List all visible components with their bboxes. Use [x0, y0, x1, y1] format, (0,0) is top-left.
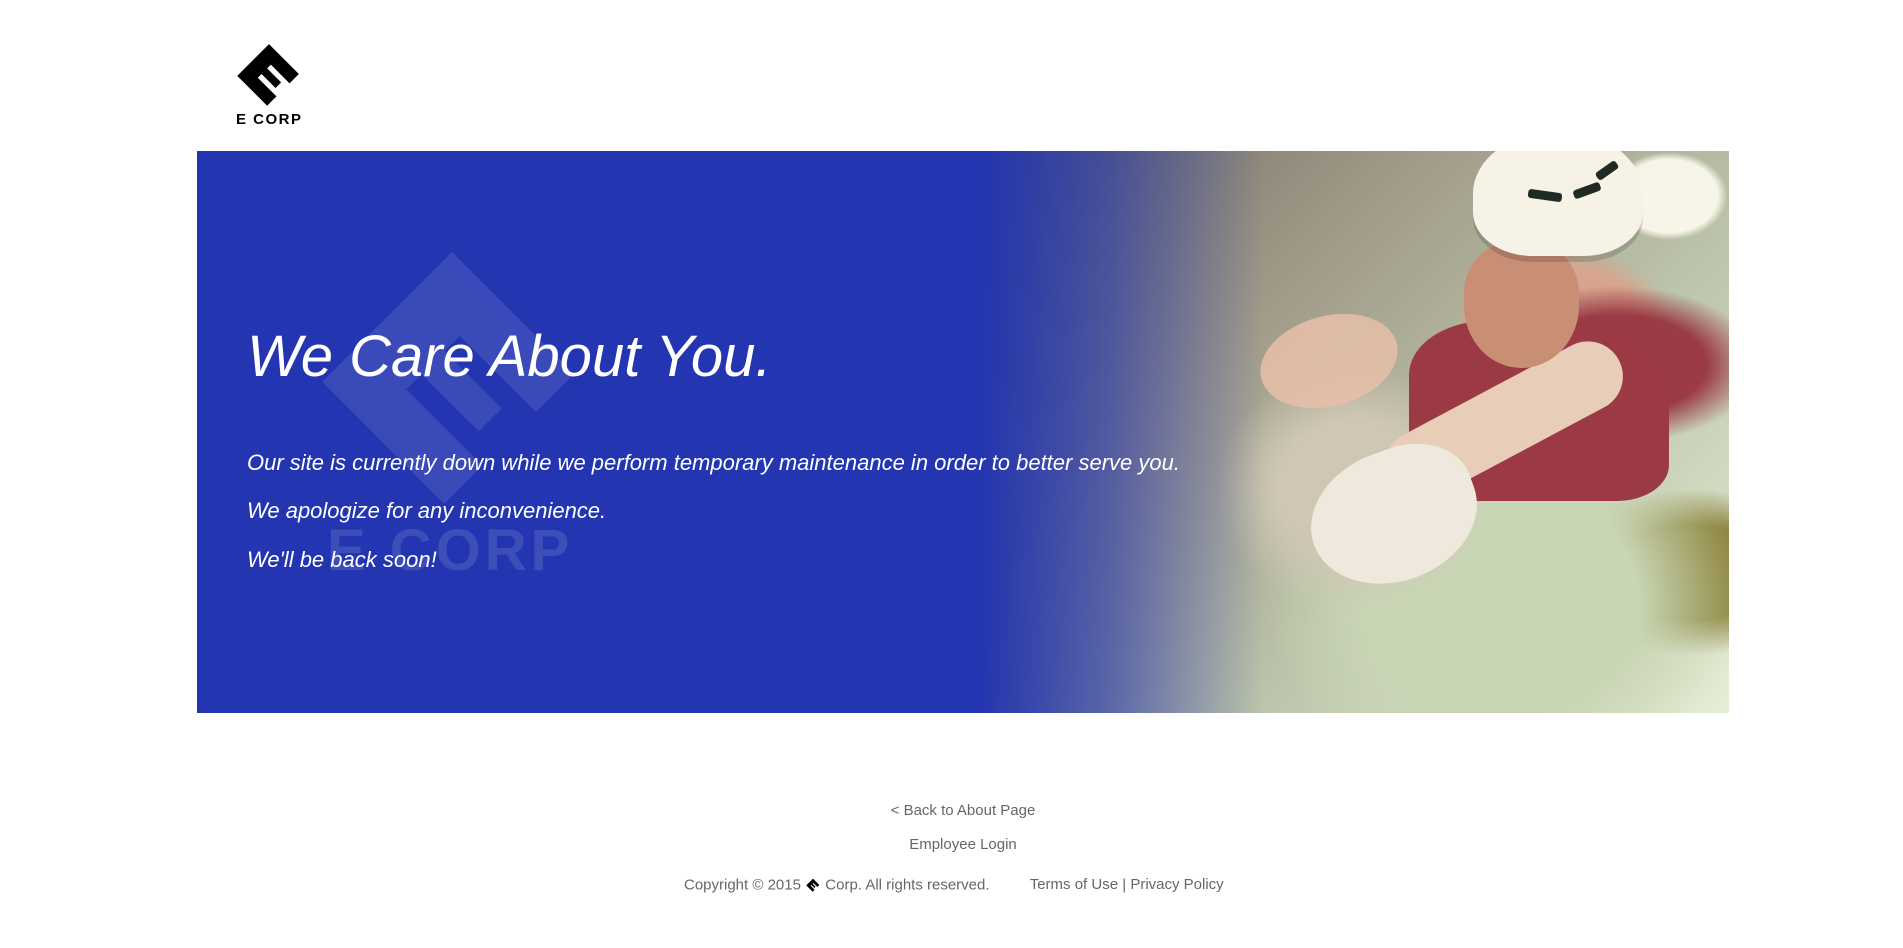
copyright-prefix: Copyright © 2015 [684, 876, 801, 894]
photo-face [1464, 243, 1579, 368]
helmet-vent [1594, 159, 1620, 182]
ecorp-mini-logo-icon [806, 878, 820, 892]
photo-helmet [1473, 151, 1643, 256]
photo-hand-back [1249, 299, 1409, 423]
legal-separator: | [1122, 876, 1127, 894]
privacy-policy-link[interactable]: Privacy Policy [1130, 876, 1223, 893]
helmet-vent [1527, 188, 1563, 203]
terms-of-use-link[interactable]: Terms of Use [1030, 876, 1118, 893]
ecorp-logo-icon [237, 44, 299, 106]
employee-login-link[interactable]: Employee Login [0, 836, 1903, 853]
climber-photo [977, 151, 1729, 713]
apology-message: We apologize for any inconvenience. [247, 498, 607, 523]
legal-links: Terms of Use | Privacy Policy [1030, 876, 1224, 894]
maintenance-banner: E CORP We Care About You. Our site is cu… [197, 151, 1729, 713]
helmet-vent [1572, 181, 1602, 200]
footer-legal-row: Copyright © 2015 Corp. All rights reserv… [684, 876, 1244, 894]
ecorp-logo[interactable]: E CORP [236, 39, 302, 129]
page-title: We Care About You. [247, 324, 772, 389]
back-soon-message: We'll be back soon! [247, 547, 437, 572]
back-to-about-link[interactable]: < Back to About Page [0, 802, 1903, 819]
logo-wordmark: E CORP [236, 111, 303, 128]
maintenance-message: Our site is currently down while we perf… [247, 450, 1180, 475]
copyright-suffix: Corp. All rights reserved. [825, 876, 990, 894]
